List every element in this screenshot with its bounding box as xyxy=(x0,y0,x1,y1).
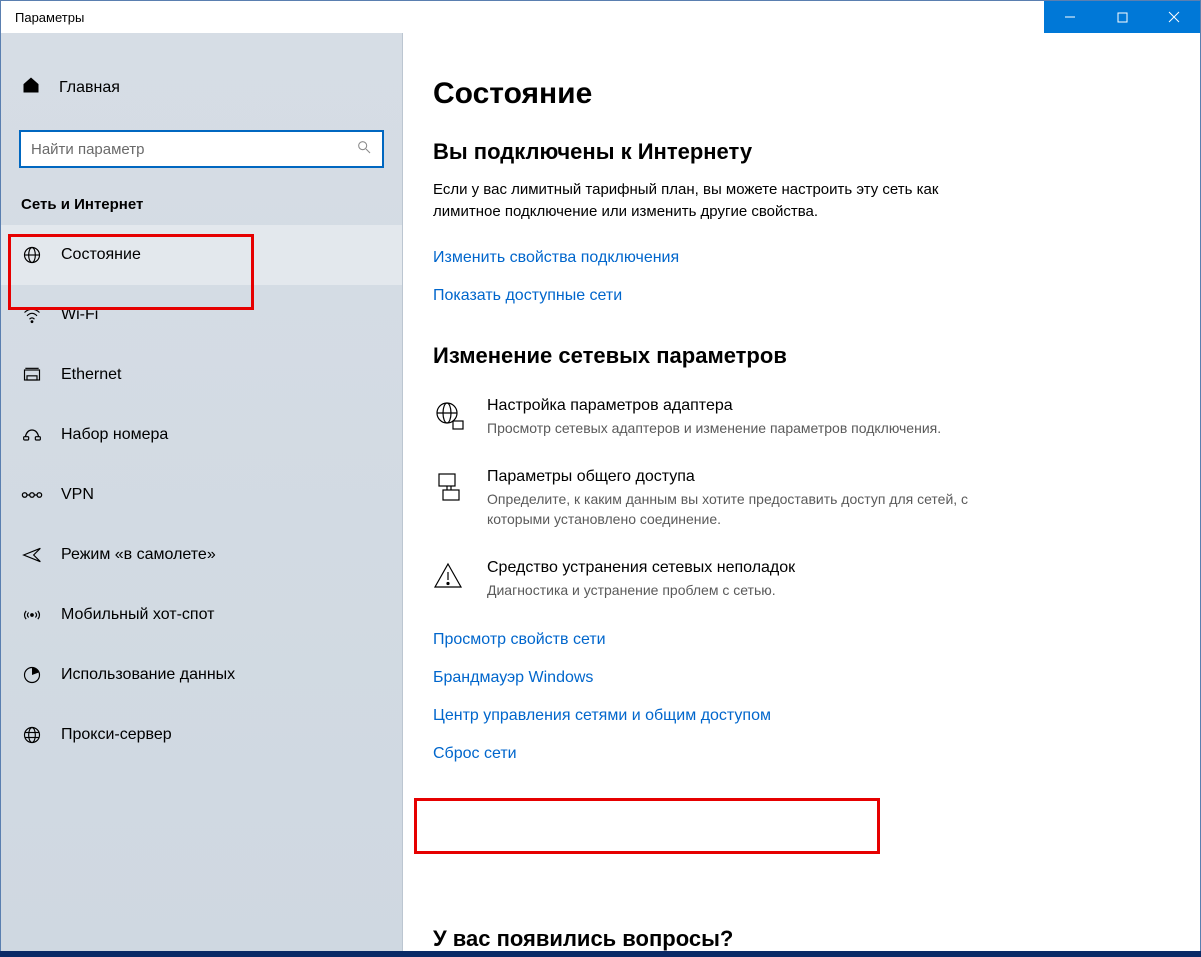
sidebar: Главная Сеть и Интернет Состояние xyxy=(1,33,403,956)
sidebar-home[interactable]: Главная xyxy=(1,63,402,112)
sidebar-item-label: Набор номера xyxy=(61,426,168,444)
link-network-sharing-center[interactable]: Центр управления сетями и общим доступом xyxy=(433,707,1170,725)
block-adapter-settings[interactable]: Настройка параметров адаптера Просмотр с… xyxy=(433,397,993,439)
adapter-icon xyxy=(433,397,469,439)
sidebar-item-label: Ethernet xyxy=(61,366,121,384)
minimize-button[interactable] xyxy=(1044,1,1096,33)
connected-heading: Вы подключены к Интернету xyxy=(433,139,1170,165)
block-desc: Диагностика и устранение проблем с сетью… xyxy=(487,581,795,601)
block-title: Средство устранения сетевых неполадок xyxy=(487,559,795,577)
link-change-connection-properties[interactable]: Изменить свойства подключения xyxy=(433,249,1170,267)
wifi-icon xyxy=(21,305,43,325)
block-title: Параметры общего доступа xyxy=(487,468,993,486)
taskbar-strip xyxy=(0,951,1201,957)
block-desc: Просмотр сетевых адаптеров и изменение п… xyxy=(487,419,941,439)
change-settings-heading: Изменение сетевых параметров xyxy=(433,343,1170,369)
block-troubleshoot[interactable]: Средство устранения сетевых неполадок Ди… xyxy=(433,559,993,601)
search-input[interactable] xyxy=(31,141,356,158)
page-title: Состояние xyxy=(433,77,1170,111)
block-desc: Определите, к каким данным вы хотите пре… xyxy=(487,490,993,529)
maximize-button[interactable] xyxy=(1096,1,1148,33)
close-icon xyxy=(1168,11,1180,23)
sidebar-item-vpn[interactable]: VPN xyxy=(1,465,402,525)
block-text: Средство устранения сетевых неполадок Ди… xyxy=(487,559,795,601)
sidebar-item-proxy[interactable]: Прокси-сервер xyxy=(1,705,402,765)
warning-icon xyxy=(433,559,469,601)
body: Главная Сеть и Интернет Состояние xyxy=(1,33,1200,956)
globe-icon xyxy=(21,245,43,265)
link-view-network-properties[interactable]: Просмотр свойств сети xyxy=(433,631,1170,649)
block-sharing-settings[interactable]: Параметры общего доступа Определите, к к… xyxy=(433,468,993,529)
window-controls xyxy=(1044,1,1200,33)
main-content: Состояние Вы подключены к Интернету Если… xyxy=(403,33,1200,956)
block-text: Параметры общего доступа Определите, к к… xyxy=(487,468,993,529)
sidebar-item-dialup[interactable]: Набор номера xyxy=(1,405,402,465)
settings-window: Параметры Главная xyxy=(0,0,1201,957)
titlebar: Параметры xyxy=(1,1,1200,33)
sidebar-item-label: VPN xyxy=(61,486,94,504)
hotspot-icon xyxy=(21,605,43,625)
minimize-icon xyxy=(1064,11,1076,23)
sidebar-item-label: Wi-Fi xyxy=(61,306,98,324)
sidebar-item-hotspot[interactable]: Мобильный хот-спот xyxy=(1,585,402,645)
maximize-icon xyxy=(1117,12,1128,23)
home-icon xyxy=(21,75,41,100)
link-network-reset[interactable]: Сброс сети xyxy=(433,745,1170,763)
sidebar-item-datausage[interactable]: Использование данных xyxy=(1,645,402,705)
connected-description: Если у вас лимитный тарифный план, вы мо… xyxy=(433,179,973,223)
block-text: Настройка параметров адаптера Просмотр с… xyxy=(487,397,941,439)
sidebar-item-label: Режим «в самолете» xyxy=(61,546,216,564)
sidebar-item-wifi[interactable]: Wi-Fi xyxy=(1,285,402,345)
questions-heading: У вас появились вопросы? xyxy=(433,926,733,952)
datausage-icon xyxy=(21,665,43,685)
dialup-icon xyxy=(21,425,43,445)
search-icon xyxy=(356,139,372,159)
sidebar-item-ethernet[interactable]: Ethernet xyxy=(1,345,402,405)
search-box[interactable] xyxy=(19,130,384,168)
sidebar-item-label: Состояние xyxy=(61,246,141,264)
sidebar-item-status[interactable]: Состояние xyxy=(1,225,402,285)
block-title: Настройка параметров адаптера xyxy=(487,397,941,415)
sidebar-item-label: Прокси-сервер xyxy=(61,726,172,744)
window-title: Параметры xyxy=(1,10,84,25)
sidebar-item-label: Мобильный хот-спот xyxy=(61,606,214,624)
airplane-icon xyxy=(21,545,43,565)
sidebar-item-airplane[interactable]: Режим «в самолете» xyxy=(1,525,402,585)
sidebar-home-label: Главная xyxy=(59,79,120,97)
sidebar-item-label: Использование данных xyxy=(61,666,235,684)
search-wrap xyxy=(19,130,384,168)
link-show-available-networks[interactable]: Показать доступные сети xyxy=(433,287,1170,305)
sharing-icon xyxy=(433,468,469,529)
ethernet-icon xyxy=(21,365,43,385)
close-button[interactable] xyxy=(1148,1,1200,33)
sidebar-section-title: Сеть и Интернет xyxy=(1,196,402,225)
proxy-icon xyxy=(21,725,43,745)
link-windows-firewall[interactable]: Брандмауэр Windows xyxy=(433,669,1170,687)
vpn-icon xyxy=(21,488,43,502)
